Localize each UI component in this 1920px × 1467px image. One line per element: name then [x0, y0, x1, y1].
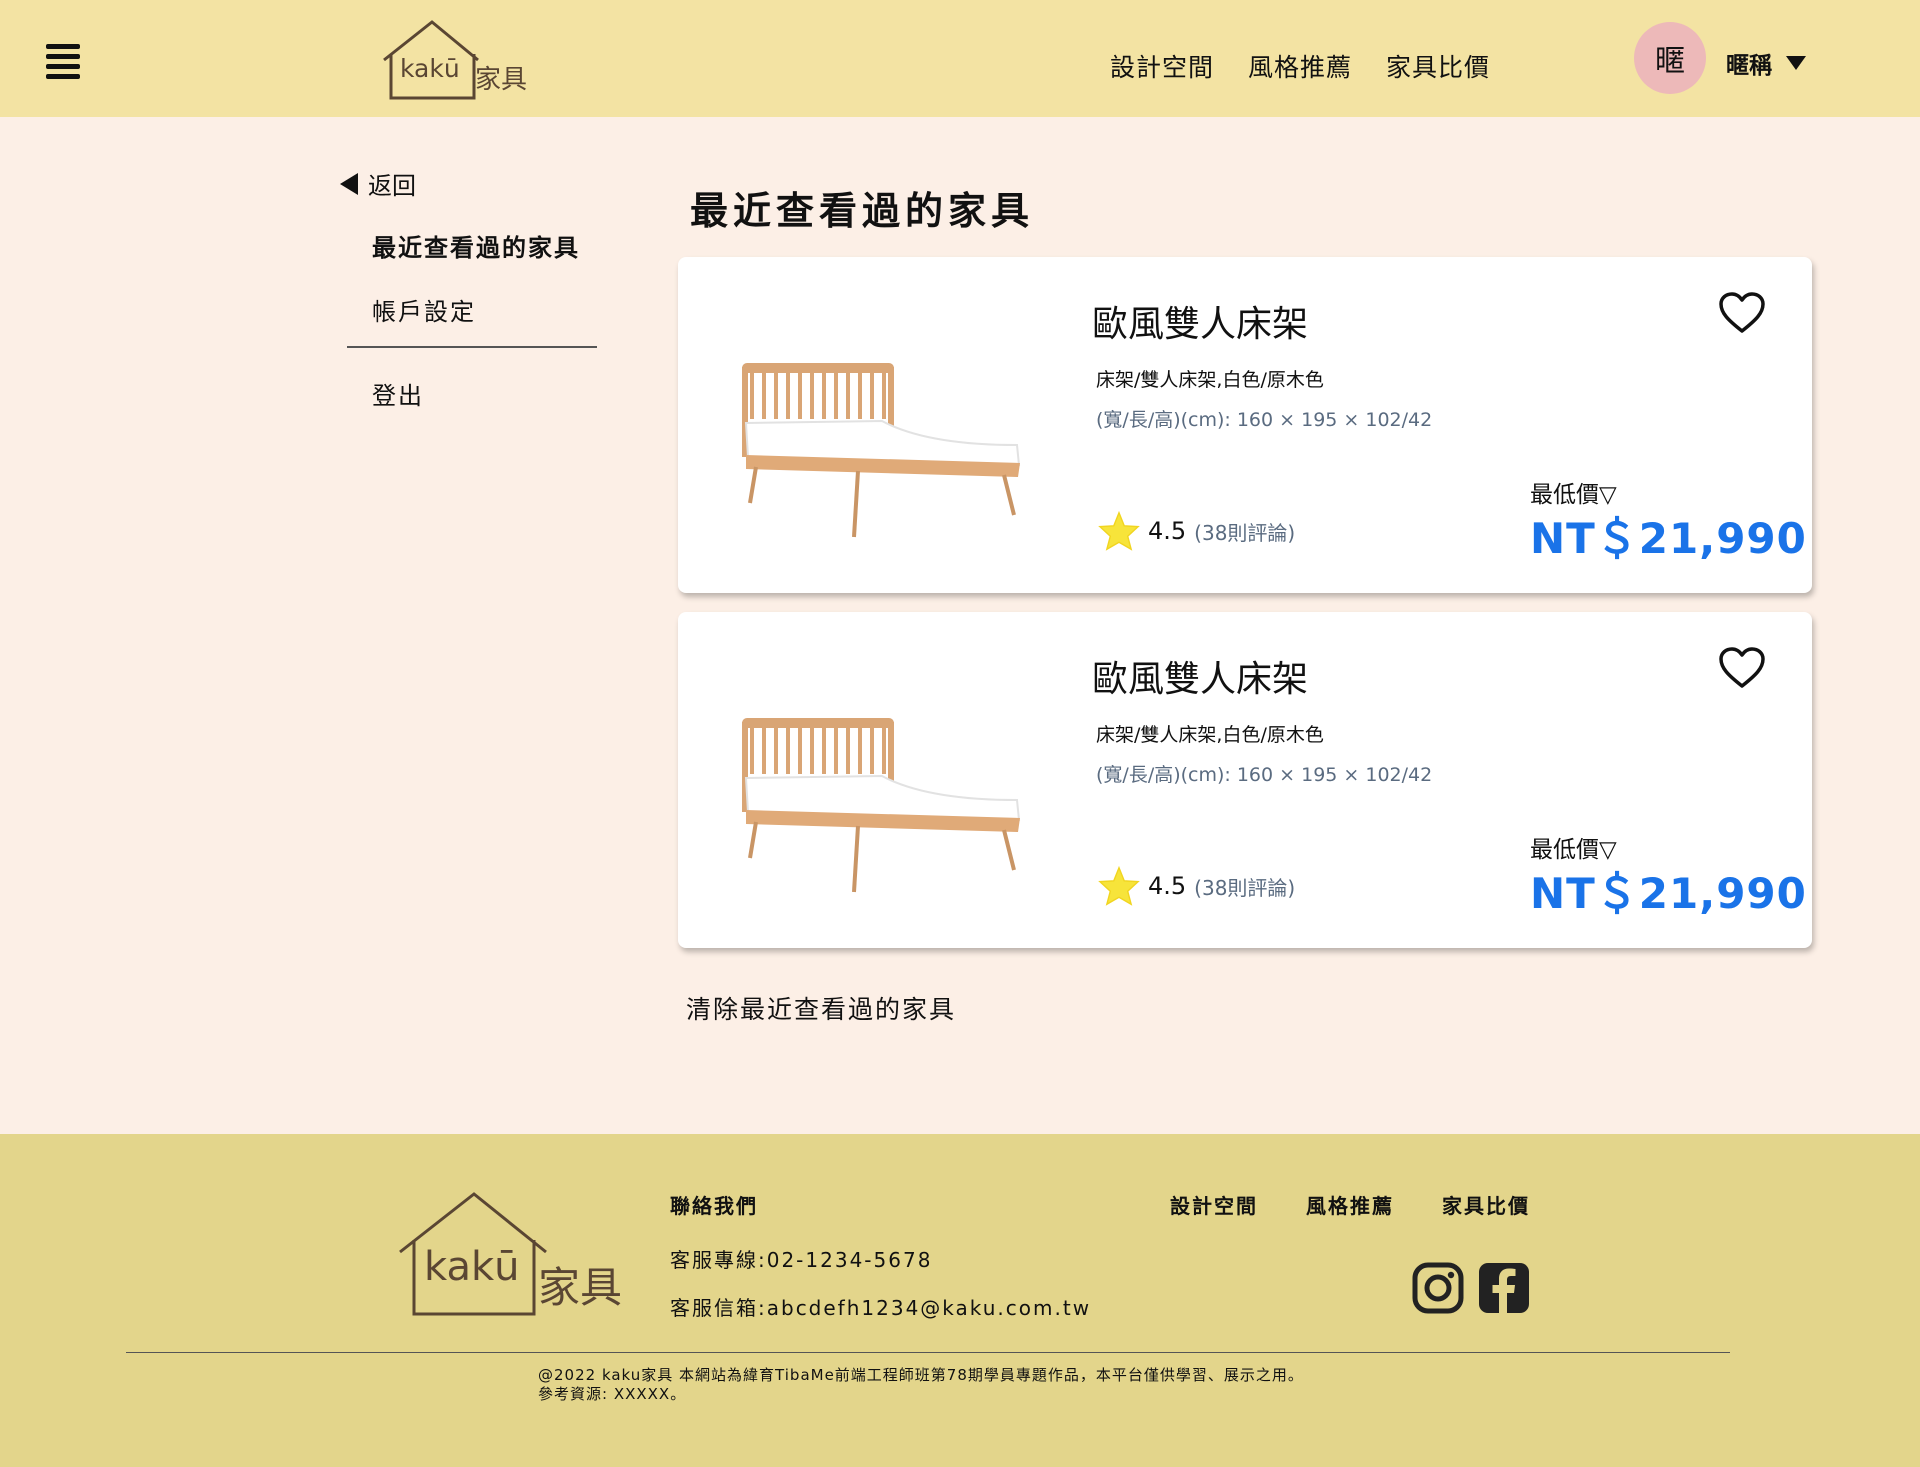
lowest-price-label[interactable]: 最低價▽: [1530, 475, 1617, 509]
product-rating: 4.5 (38則評論): [1098, 866, 1295, 906]
logo-text: kakū: [400, 54, 460, 83]
copyright-line-2: 參考資源: XXXXX。: [538, 1385, 687, 1403]
product-category: 床架/雙人床架,白色/原木色: [1096, 369, 1324, 391]
user-menu[interactable]: 暱稱: [1726, 46, 1806, 80]
footer-link-design-space[interactable]: 設計空間: [1170, 1190, 1258, 1219]
facebook-icon[interactable]: [1478, 1262, 1530, 1314]
star-icon: [1098, 511, 1140, 551]
nav-link-design-space[interactable]: 設計空間: [1110, 48, 1214, 84]
logo-text: kakū: [424, 1244, 520, 1290]
avatar[interactable]: 暱: [1634, 22, 1706, 94]
sidebar-divider: [347, 346, 597, 348]
logo-text-cn: 家具: [475, 65, 527, 95]
footer-logo[interactable]: kakū 家具: [396, 1192, 626, 1322]
copyright: @2022 kaku家具 本網站為緯育TibaMe前端工程師班第78期學員專題作…: [538, 1366, 1304, 1404]
product-dimensions: (寬/長/高)(cm): 160 × 195 × 102/42: [1096, 409, 1433, 431]
footer-email[interactable]: 客服信箱:abcdefh1234@kaku.com.tw: [670, 1292, 1091, 1321]
lowest-price-label[interactable]: 最低價▽: [1530, 830, 1617, 864]
instagram-icon[interactable]: [1412, 1262, 1464, 1314]
product-image: [742, 363, 1021, 538]
triangle-down-icon[interactable]: [1786, 56, 1806, 70]
footer-contact-title: 聯絡我們: [670, 1194, 758, 1218]
footer-nav: 設計空間 風格推薦 家具比價: [1170, 1190, 1530, 1219]
social-links: [1412, 1262, 1530, 1314]
page-title: 最近查看過的家具: [690, 189, 1035, 233]
site-logo[interactable]: kakū 家具: [380, 20, 530, 102]
heart-icon[interactable]: [1718, 291, 1766, 335]
heart-icon[interactable]: [1718, 646, 1766, 690]
site-footer: kakū 家具 聯絡我們 客服專線:02-1234-5678 客服信箱:abcd…: [0, 1134, 1920, 1467]
product-name[interactable]: 歐風雙人床架: [1092, 650, 1308, 702]
footer-phone: 客服專線:02-1234-5678: [670, 1248, 933, 1272]
house-logo-icon: kakū 家具: [383, 20, 527, 100]
star-icon: [1098, 866, 1140, 906]
sidebar-item-account-settings[interactable]: 帳戶設定: [372, 292, 476, 327]
back-button[interactable]: 返回: [340, 166, 416, 201]
clear-history-button[interactable]: 清除最近查看過的家具: [686, 990, 956, 1026]
rating-score: 4.5: [1148, 872, 1187, 900]
review-count[interactable]: (38則評論): [1194, 517, 1295, 546]
copyright-line-1: @2022 kaku家具 本網站為緯育TibaMe前端工程師班第78期學員專題作…: [538, 1366, 1304, 1384]
product-card[interactable]: 歐風雙人床架 床架/雙人床架,白色/原木色 (寬/長/高)(cm): 160 ×…: [678, 257, 1812, 593]
product-dimensions: (寬/長/高)(cm): 160 × 195 × 102/42: [1096, 764, 1433, 786]
review-count[interactable]: (38則評論): [1194, 872, 1295, 901]
hamburger-icon[interactable]: [46, 44, 80, 80]
product-name[interactable]: 歐風雙人床架: [1092, 295, 1308, 347]
sidebar-item-recently-viewed[interactable]: 最近查看過的家具: [372, 228, 580, 263]
footer-link-price-compare[interactable]: 家具比價: [1442, 1190, 1530, 1219]
product-image: [742, 718, 1021, 893]
triangle-left-icon: [340, 172, 358, 195]
product-category: 床架/雙人床架,白色/原木色: [1096, 724, 1324, 746]
nav-link-price-compare[interactable]: 家具比價: [1386, 48, 1490, 84]
site-header: kakū 家具 設計空間 風格推薦 家具比價 暱 暱稱: [0, 0, 1920, 117]
nav-link-style-recommend[interactable]: 風格推薦: [1248, 48, 1352, 84]
back-label: 返回: [368, 172, 416, 200]
footer-divider: [126, 1352, 1730, 1353]
footer-link-style-recommend[interactable]: 風格推薦: [1306, 1190, 1394, 1219]
logo-text-cn: 家具: [538, 1263, 622, 1312]
house-logo-icon: kakū 家具: [399, 1192, 622, 1316]
username-label: 暱稱: [1726, 53, 1772, 79]
product-rating: 4.5 (38則評論): [1098, 511, 1295, 551]
sidebar-item-logout[interactable]: 登出: [372, 376, 424, 411]
product-price: NT＄21,990: [1530, 869, 1807, 918]
product-card[interactable]: 歐風雙人床架 床架/雙人床架,白色/原木色 (寬/長/高)(cm): 160 ×…: [678, 612, 1812, 948]
main-nav: 設計空間 風格推薦 家具比價: [1110, 48, 1490, 84]
product-price: NT＄21,990: [1530, 514, 1807, 563]
rating-score: 4.5: [1148, 517, 1187, 545]
